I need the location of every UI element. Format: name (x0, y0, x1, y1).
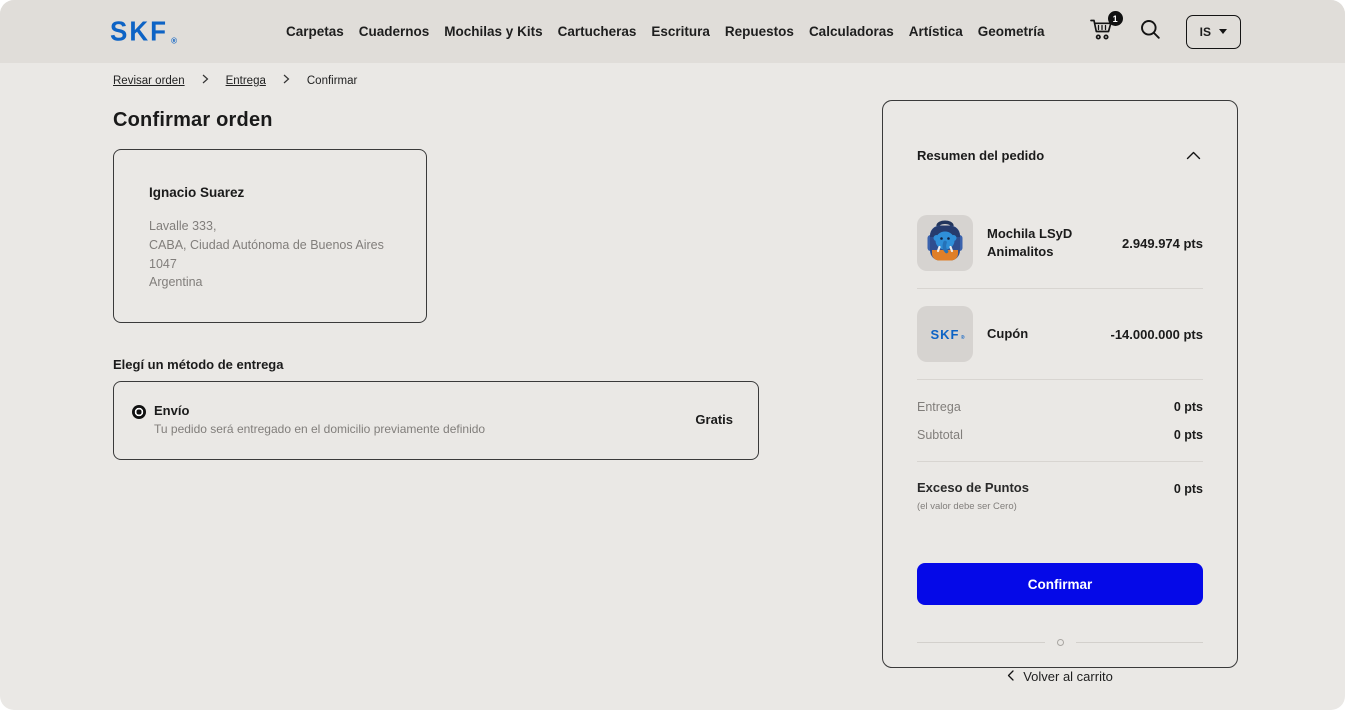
cart-button[interactable]: 1 (1089, 11, 1123, 46)
back-to-cart-link[interactable]: Volver al carrito (917, 669, 1203, 684)
delivery-option-text: Envío Tu pedido será entregado en el dom… (154, 403, 485, 436)
coupon-thumbnail-skf: SKF ® (917, 306, 973, 362)
delivery-option-price: Gratis (695, 412, 733, 427)
back-to-cart-label: Volver al carrito (1023, 669, 1113, 684)
breadcrumb-entrega[interactable]: Entrega (226, 75, 266, 87)
search-icon[interactable] (1139, 18, 1162, 46)
cart-icon (1089, 19, 1115, 45)
breadcrumb-revisar-orden[interactable]: Revisar orden (113, 75, 185, 87)
skf-logo-small: SKF ® (930, 326, 965, 342)
divider (917, 461, 1203, 462)
delivery-option-label: Envío (154, 403, 190, 418)
account-menu-button[interactable]: IS (1185, 14, 1241, 49)
summary-title: Resumen del pedido (917, 148, 1045, 163)
address-line-zip: 1047 (149, 256, 177, 271)
address-line-street: Lavalle 333, (149, 219, 217, 233)
excess-points-text: Exceso de Puntos (el valor debe ser Cero… (917, 480, 1029, 512)
registered-mark: ® (171, 36, 177, 46)
chevron-right-icon (283, 74, 290, 87)
list-item: SKF ® Cupón -14.000.000 pts (917, 306, 1203, 362)
total-label: Subtotal (917, 428, 963, 442)
nav-item-geometria[interactable]: Geometría (978, 24, 1045, 39)
account-initials: IS (1199, 24, 1211, 39)
checkout-page: SKF ® Carpetas Cuadernos Mochilas y Kits … (0, 0, 1345, 710)
delivery-option-description: Tu pedido será entregado en el domicilio… (154, 422, 486, 436)
decorative-divider (917, 639, 1203, 646)
item-name: Cupón (987, 326, 1029, 342)
main-content: Revisar orden Entrega Confirmar Confirma… (113, 74, 773, 460)
cart-badge: 1 (1107, 11, 1123, 26)
excess-points-label: Exceso de Puntos (917, 480, 1029, 495)
radio-selected-icon[interactable] (132, 405, 146, 419)
delivery-method-heading: Elegí un método de entrega (113, 357, 284, 372)
skf-logo-text: SKF (110, 15, 168, 47)
nav-item-mochilas-y-kits[interactable]: Mochilas y Kits (444, 24, 542, 39)
shipping-address-card: Ignacio Suarez Lavalle 333, CABA, Ciudad… (113, 149, 427, 323)
order-summary-card: Resumen del pedido Mochila LSyD Animalit… (882, 100, 1238, 684)
header-actions: 1 IS (1089, 11, 1241, 49)
nav-item-calculadoras[interactable]: Calculadoras (809, 24, 894, 39)
item-points: -14.000.000 pts (1110, 326, 1203, 342)
confirm-button[interactable]: Confirmar (917, 563, 1203, 605)
item-points: 2.949.974 pts (1122, 235, 1203, 251)
divider-line (1075, 642, 1203, 643)
collapse-summary-button[interactable] (1184, 146, 1203, 165)
nav-item-repuestos[interactable]: Repuestos (725, 24, 794, 39)
product-thumbnail-backpack (917, 215, 973, 271)
nav-item-artistica[interactable]: Artística (909, 24, 963, 39)
backpack-image (925, 218, 965, 269)
divider (917, 288, 1203, 289)
nav-item-escritura[interactable]: Escritura (651, 24, 710, 39)
divider (917, 379, 1203, 380)
total-label: Entrega (917, 400, 961, 414)
list-item: Mochila LSyD Animalitos 2.949.974 pts (917, 215, 1203, 271)
delivery-option-envio[interactable]: Envío Tu pedido será entregado en el dom… (113, 381, 759, 460)
chevron-up-icon (1186, 148, 1201, 163)
caret-down-icon (1219, 29, 1227, 34)
skf-logo[interactable]: SKF ® (110, 15, 177, 48)
address-line-city: CABA, Ciudad Autónoma de Buenos Aires (149, 237, 384, 252)
excess-points-row: Exceso de Puntos (el valor debe ser Cero… (917, 480, 1203, 512)
address-line-country: Argentina (149, 275, 203, 290)
page-title: Confirmar orden (113, 109, 273, 131)
header: SKF ® Carpetas Cuadernos Mochilas y Kits … (0, 0, 1345, 63)
chevron-right-icon (202, 74, 209, 87)
summary-header: Resumen del pedido (917, 146, 1203, 165)
breadcrumb-confirmar: Confirmar (306, 74, 358, 87)
divider-dot (1056, 639, 1064, 646)
summary-items: Mochila LSyD Animalitos 2.949.974 pts SK… (917, 215, 1203, 380)
address-name: Ignacio Suarez (149, 185, 245, 200)
divider-line (917, 642, 1045, 643)
total-row-subtotal: Subtotal 0 pts (917, 428, 1203, 442)
breadcrumb: Revisar orden Entrega Confirmar (113, 74, 773, 87)
total-value: 0 pts (1173, 428, 1203, 442)
chevron-left-icon (1007, 669, 1014, 684)
total-value: 0 pts (1173, 400, 1203, 414)
excess-points-value: 0 pts (1173, 482, 1203, 496)
nav-item-cartucheras[interactable]: Cartucheras (558, 24, 637, 39)
nav-item-carpetas[interactable]: Carpetas (286, 24, 344, 39)
nav-item-cuadernos[interactable]: Cuadernos (359, 24, 430, 39)
total-row-entrega: Entrega 0 pts (917, 400, 1203, 414)
summary-totals: Entrega 0 pts Subtotal 0 pts Exceso de P… (917, 400, 1203, 512)
main-nav: Carpetas Cuadernos Mochilas y Kits Cartu… (286, 24, 1045, 39)
address-lines: Lavalle 333, CABA, Ciudad Autónoma de Bu… (149, 217, 396, 292)
item-name: Mochila LSyD Animalitos (987, 226, 1073, 259)
excess-points-note: (el valor debe ser Cero) (917, 501, 1017, 512)
